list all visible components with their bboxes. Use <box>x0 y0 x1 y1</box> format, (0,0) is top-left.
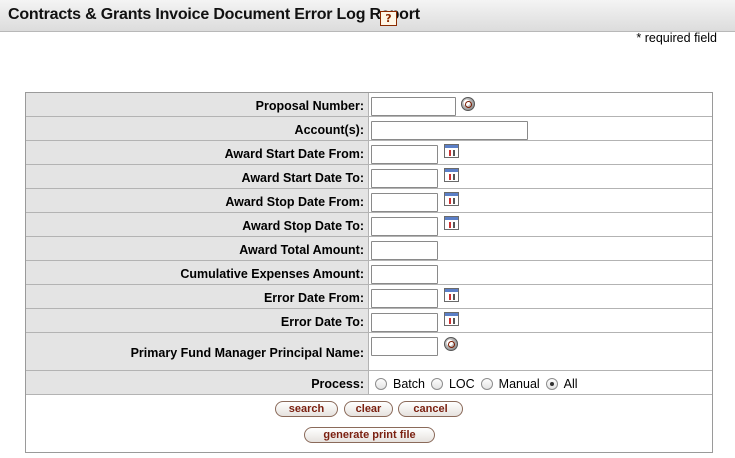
action-buttons: search clear cancel generate print file <box>26 395 712 452</box>
process-option-label: Manual <box>498 376 540 391</box>
primary-fund-manager-label: Primary Fund Manager Principal Name: <box>26 333 369 370</box>
row-cumulative-expenses-amount: Cumulative Expenses Amount: <box>26 261 712 285</box>
award-start-date-from-input[interactable] <box>371 145 438 164</box>
award-total-amount-input[interactable] <box>371 241 438 260</box>
primary-fund-manager-input[interactable] <box>371 337 438 356</box>
row-primary-fund-manager: Primary Fund Manager Principal Name: <box>26 333 712 371</box>
error-date-from-label: Error Date From: <box>26 285 369 308</box>
award-start-date-to-label: Award Start Date To: <box>26 165 369 188</box>
accounts-input[interactable] <box>371 121 528 140</box>
process-radio-batch[interactable] <box>375 377 387 390</box>
required-field-note: * required field <box>636 31 717 45</box>
award-stop-date-from-calendar-icon[interactable] <box>444 192 459 206</box>
award-start-date-from-label: Award Start Date From: <box>26 141 369 164</box>
clear-button[interactable]: clear <box>344 401 393 417</box>
row-error-date-to: Error Date To: <box>26 309 712 333</box>
row-accounts: Account(s): <box>26 117 712 141</box>
process-radio-manual[interactable] <box>480 377 493 390</box>
award-stop-date-from-input[interactable] <box>371 193 438 212</box>
row-award-start-date-to: Award Start Date To: <box>26 165 712 189</box>
award-start-date-to-input[interactable] <box>371 169 438 188</box>
award-start-date-from-calendar-icon[interactable] <box>444 144 459 158</box>
proposal-number-input[interactable] <box>371 97 456 116</box>
award-total-amount-label: Award Total Amount: <box>26 237 369 260</box>
row-award-total-amount: Award Total Amount: <box>26 237 712 261</box>
row-error-date-from: Error Date From: <box>26 285 712 309</box>
process-label: Process: <box>26 371 369 394</box>
award-stop-date-from-label: Award Stop Date From: <box>26 189 369 212</box>
cancel-button[interactable]: cancel <box>398 401 463 417</box>
process-option-label: All <box>563 376 578 391</box>
proposal-number-lookup-icon[interactable] <box>461 97 475 111</box>
error-date-to-input[interactable] <box>371 313 438 332</box>
award-stop-date-to-calendar-icon[interactable] <box>444 216 459 230</box>
error-date-to-label: Error Date To: <box>26 309 369 332</box>
report-criteria-form: Proposal Number: Account(s): Award Start… <box>25 92 713 453</box>
row-process: Process: Batch LOC Manual All <box>26 371 712 395</box>
process-option-label: Batch <box>393 376 425 391</box>
row-award-start-date-from: Award Start Date From: <box>26 141 712 165</box>
accounts-label: Account(s): <box>26 117 369 140</box>
cumulative-expenses-amount-label: Cumulative Expenses Amount: <box>26 261 369 284</box>
row-award-stop-date-from: Award Stop Date From: <box>26 189 712 213</box>
cumulative-expenses-amount-input[interactable] <box>371 265 438 284</box>
proposal-number-label: Proposal Number: <box>26 93 369 116</box>
search-button[interactable]: search <box>275 401 338 417</box>
award-stop-date-to-input[interactable] <box>371 217 438 236</box>
process-option-label: LOC <box>448 376 475 391</box>
process-radio-all[interactable] <box>545 377 558 390</box>
generate-print-file-button[interactable]: generate print file <box>304 427 435 443</box>
primary-fund-manager-lookup-icon[interactable] <box>444 337 458 351</box>
error-date-from-calendar-icon[interactable] <box>444 288 459 302</box>
error-date-to-calendar-icon[interactable] <box>444 312 459 326</box>
row-proposal-number: Proposal Number: <box>26 93 712 117</box>
award-stop-date-to-label: Award Stop Date To: <box>26 213 369 236</box>
title-bar: Contracts & Grants Invoice Document Erro… <box>0 0 735 32</box>
process-radio-loc[interactable] <box>430 377 443 390</box>
help-icon[interactable]: ? <box>380 11 397 26</box>
award-start-date-to-calendar-icon[interactable] <box>444 168 459 182</box>
error-date-from-input[interactable] <box>371 289 438 308</box>
page-title: Contracts & Grants Invoice Document Erro… <box>8 6 420 23</box>
row-award-stop-date-to: Award Stop Date To: <box>26 213 712 237</box>
